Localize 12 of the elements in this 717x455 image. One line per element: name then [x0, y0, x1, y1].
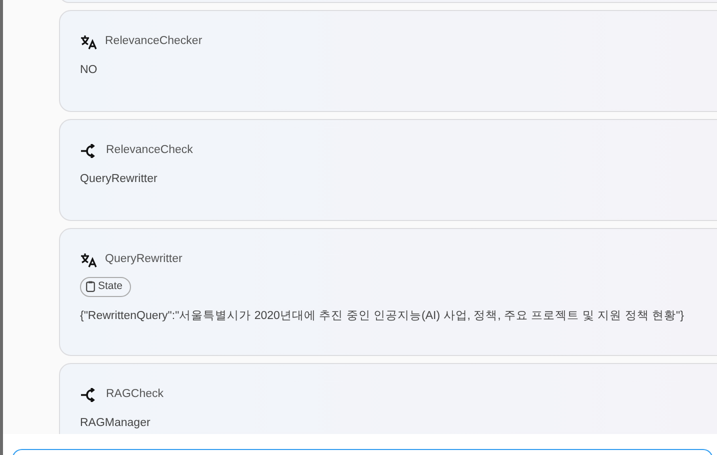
- step-title: RelevanceChecker: [105, 34, 202, 50]
- step-title: RelevanceCheck: [106, 143, 193, 158]
- clipboard-icon: [86, 281, 95, 292]
- step-output: RAGManager: [80, 416, 152, 431]
- step-output: QueryRewritter: [80, 172, 158, 187]
- step-title: QueryRewritter: [105, 252, 182, 268]
- step-title: RAGCheck: [106, 387, 164, 402]
- step-output: NO: [80, 63, 98, 78]
- translate-icon: [80, 34, 97, 50]
- translate-icon: [80, 252, 97, 268]
- step-output: {"RewrittenQuery":"서울특별시가 2020년대에 추진 중인 인공지능(AI) 사업, 정책, 주요 프로젝트 및 지원 정책 현황"}: [80, 309, 685, 324]
- state-chip[interactable]: State: [80, 277, 131, 297]
